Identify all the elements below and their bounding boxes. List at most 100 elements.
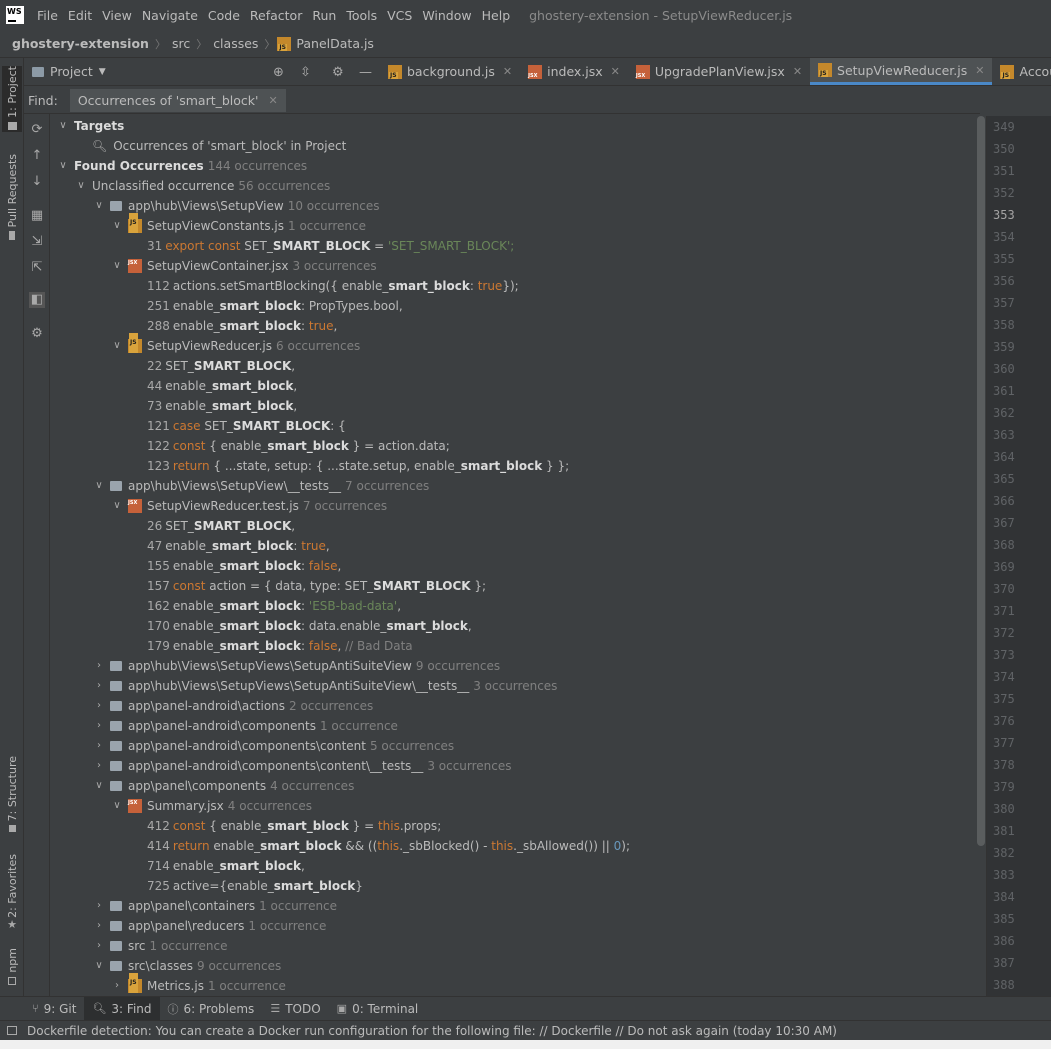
tool-tab-todo[interactable]: ☰ TODO <box>262 997 328 1021</box>
chevron-down-icon[interactable]: ∨ <box>110 496 124 516</box>
locate-target-icon[interactable]: ⊕ <box>273 65 284 80</box>
chevron-right-icon[interactable]: › <box>92 936 106 956</box>
chevron-right-icon[interactable]: › <box>92 756 106 776</box>
occurrence-line[interactable]: 179 enable_ smart_block: false, // Bad Da… <box>52 636 977 656</box>
chevron-down-icon[interactable]: ∨ <box>110 796 124 816</box>
tree-node-dir[interactable]: ∨ app\panel\components 4 occurrences <box>52 776 977 796</box>
occurrence-line[interactable]: 155 enable_ smart_block: false, <box>52 556 977 576</box>
chevron-down-icon[interactable]: ∨ <box>92 476 106 496</box>
menu-tools[interactable]: Tools <box>341 8 382 23</box>
tab-index-jsx[interactable]: index.jsx ✕ <box>520 58 628 85</box>
tree-node-dir[interactable]: › app\hub\Views\SetupViews\SetupAntiSuit… <box>52 676 977 696</box>
chevron-down-icon[interactable]: ∨ <box>92 196 106 216</box>
tool-tab-terminal[interactable]: ▣ 0: Terminal <box>329 997 427 1021</box>
close-icon[interactable]: ✕ <box>975 64 984 77</box>
tab-upgradeplanview-jsx[interactable]: UpgradePlanView.jsx ✕ <box>628 58 810 85</box>
gear-icon[interactable]: ⚙ <box>29 326 45 342</box>
occurrence-line[interactable]: 157 const action = { data, type: SET_ SMA… <box>52 576 977 596</box>
occurrence-line[interactable]: 414 return enable_ smart_block && ((this.… <box>52 836 977 856</box>
tab-background-js[interactable]: background.js ✕ <box>380 58 520 85</box>
tool-tab-problems[interactable]: ⓘ 6: Problems <box>160 997 263 1021</box>
occurrence-line[interactable]: 170 enable_ smart_block: data.enable_ smar… <box>52 616 977 636</box>
menu-code[interactable]: Code <box>203 8 245 23</box>
chevron-right-icon[interactable]: › <box>92 676 106 696</box>
tool-tab-git[interactable]: ⑂ 9: Git <box>24 997 84 1021</box>
tree-node-dir[interactable]: ∨ app\hub\Views\SetupView\__tests__ 7 oc… <box>52 476 977 496</box>
close-icon[interactable]: ✕ <box>611 65 620 78</box>
status-message[interactable]: Dockerfile detection: You can create a D… <box>27 1024 837 1038</box>
chevron-right-icon[interactable]: › <box>92 656 106 676</box>
tool-tab-structure[interactable]: 7: Structure <box>2 756 22 832</box>
menu-refactor[interactable]: Refactor <box>245 8 307 23</box>
chevron-down-icon[interactable]: ∨ <box>110 216 124 236</box>
tree-node-file[interactable]: ∨ SetupViewConstants.js 1 occurrence <box>52 213 977 236</box>
tree-node-dir[interactable]: › app\hub\Views\SetupViews\SetupAntiSuit… <box>52 656 977 676</box>
expand-all-icon[interactable]: ⇲ <box>29 234 45 250</box>
find-results-tab[interactable]: Occurrences of 'smart_block' ✕ <box>69 89 286 112</box>
tree-node-file[interactable]: ∨ SetupViewContainer.jsx 3 occurrences <box>52 253 977 276</box>
occurrence-line[interactable]: 121 case SET_ SMART_BLOCK: { <box>52 416 977 436</box>
tree-node-found-occurrences[interactable]: ∨ Found Occurrences 144 occurrences <box>52 156 977 176</box>
tree-node-file[interactable]: ∨ SetupViewReducer.test.js 7 occurrences <box>52 493 977 516</box>
chevron-down-icon[interactable]: ∨ <box>56 156 70 176</box>
breadcrumb-project[interactable]: ghostery-extension <box>8 36 153 51</box>
close-icon[interactable]: ✕ <box>268 94 277 107</box>
arrow-down-icon[interactable]: ↓ <box>29 174 45 190</box>
tool-tab-find[interactable]: 🔍︎ 3: Find <box>84 996 160 1021</box>
group-by-icon[interactable]: ▦ <box>29 208 45 224</box>
chevron-right-icon[interactable]: › <box>92 696 106 716</box>
chevron-down-icon[interactable]: ∨ <box>92 956 106 976</box>
chevron-right-icon[interactable]: › <box>92 896 106 916</box>
tab-account-js[interactable]: Account.js ✕ <box>992 58 1051 85</box>
chevron-down-icon[interactable]: ∨ <box>110 256 124 276</box>
tree-node-targets[interactable]: ∨ Targets <box>52 116 977 136</box>
tool-tab-favorites[interactable]: 2: Favorites ★ <box>2 854 22 931</box>
menu-file[interactable]: File <box>32 8 63 23</box>
tree-node-dir[interactable]: › app\panel\reducers 1 occurrence <box>52 916 977 936</box>
chevron-right-icon[interactable]: › <box>92 716 106 736</box>
tool-tab-pull-requests[interactable]: Pull Requests <box>2 154 22 240</box>
occurrence-line[interactable]: 123 return { ...state, setup: { ...state… <box>52 456 977 476</box>
tree-node-unclassified[interactable]: ∨ Unclassified occurrence 56 occurrences <box>52 176 977 196</box>
chevron-right-icon[interactable]: › <box>92 916 106 936</box>
occurrence-line[interactable]: 47 enable_ smart_block: true, <box>52 536 977 556</box>
tool-tab-npm[interactable]: npm <box>2 948 22 990</box>
tree-node-dir[interactable]: ∨ app\hub\Views\SetupView 10 occurrences <box>52 196 977 216</box>
tool-tab-project[interactable]: 1: Project <box>2 66 22 132</box>
tree-node-dir[interactable]: › app\panel\containers 1 occurrence <box>52 896 977 916</box>
rerun-icon[interactable]: ⟳ <box>29 122 45 138</box>
chevron-down-icon[interactable]: ∨ <box>56 116 70 136</box>
occurrence-line[interactable]: 412 const { enable_ smart_block } = this.… <box>52 816 977 836</box>
occurrence-line[interactable]: 22 SET_ SMART_BLOCK, <box>52 356 977 376</box>
menu-edit[interactable]: Edit <box>63 8 97 23</box>
gear-icon[interactable]: ⚙ <box>332 65 344 80</box>
results-scrollbar[interactable] <box>977 116 985 846</box>
occurrence-line[interactable]: 288 enable_ smart_block: true, <box>52 316 977 336</box>
tree-node-dir[interactable]: › app\panel-android\components\content\_… <box>52 756 977 776</box>
occurrence-line[interactable]: 112 actions.setSmartBlocking({ enable_ sm… <box>52 276 977 296</box>
tree-node-dir[interactable]: › app\panel-android\actions 2 occurrence… <box>52 696 977 716</box>
chevron-down-icon[interactable]: ∨ <box>110 336 124 356</box>
chevron-down-icon[interactable]: ▼ <box>99 67 106 77</box>
breadcrumb-file[interactable]: PanelData.js <box>296 36 378 51</box>
tab-setupviewreducer-js[interactable]: SetupViewReducer.js ✕ <box>810 58 993 85</box>
chevron-right-icon[interactable]: › <box>92 736 106 756</box>
chevron-down-icon[interactable]: ∨ <box>74 176 88 196</box>
menu-navigate[interactable]: Navigate <box>137 8 203 23</box>
arrow-up-icon[interactable]: ↑ <box>29 148 45 164</box>
tree-node-dir[interactable]: › app\panel-android\components\content 5… <box>52 736 977 756</box>
tree-node-dir[interactable]: › src 1 occurrence <box>52 936 977 956</box>
tree-node-file[interactable]: › Metrics.js 1 occurrence <box>52 973 977 996</box>
collapse-all-icon[interactable]: ⇱ <box>29 260 45 276</box>
menu-vcs[interactable]: VCS <box>382 8 417 23</box>
notification-icon[interactable] <box>7 1026 17 1035</box>
occurrence-line[interactable]: 162 enable_ smart_block: 'ESB-bad-data', <box>52 596 977 616</box>
occurrence-line[interactable]: 714 enable_ smart_block, <box>52 856 977 876</box>
preview-toggle-icon[interactable]: ◧ <box>29 292 45 308</box>
tree-node-file[interactable]: ∨ Summary.jsx 4 occurrences <box>52 793 977 816</box>
occurrence-line[interactable]: 31 export const SET_ SMART_BLOCK = 'SET_S… <box>52 236 977 256</box>
close-icon[interactable]: ✕ <box>793 65 802 78</box>
occurrence-line[interactable]: 251 enable_ smart_block: PropTypes.bool, <box>52 296 977 316</box>
project-panel-title[interactable]: Project <box>50 64 93 79</box>
menu-view[interactable]: View <box>97 8 137 23</box>
